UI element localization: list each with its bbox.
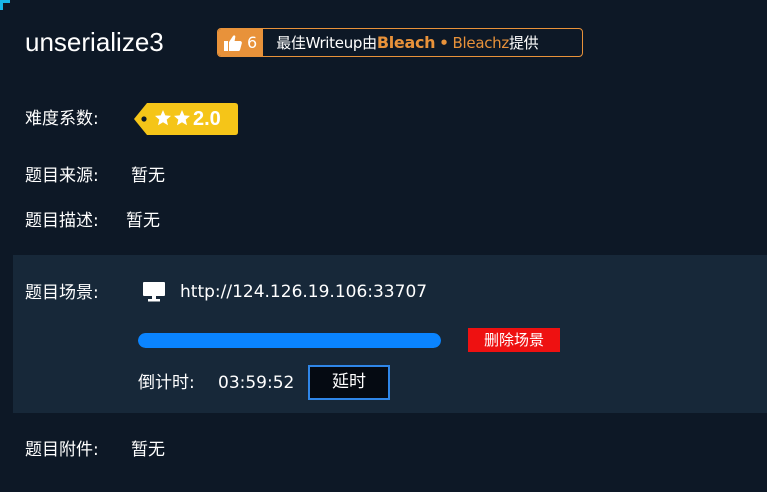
challenge-title: unserialize3 bbox=[25, 27, 164, 57]
source-label: 题目来源: bbox=[25, 166, 99, 186]
like-counter[interactable]: 6 bbox=[218, 29, 264, 56]
difficulty-tag: 2.0 bbox=[133, 102, 239, 136]
writeup-separator: • bbox=[439, 33, 449, 52]
scene-url-link[interactable]: http://124.126.19.106:33707 bbox=[180, 281, 427, 303]
scene-label: 题目场景: bbox=[25, 283, 99, 303]
scene-progress-bar bbox=[138, 333, 441, 348]
difficulty-value: 2.0 bbox=[193, 108, 221, 130]
delete-scene-button[interactable]: 删除场景 bbox=[468, 328, 560, 352]
writeup-author[interactable]: Bleach bbox=[377, 33, 436, 52]
attachment-label: 题目附件: bbox=[25, 440, 99, 460]
writeup-credit-suffix: 提供 bbox=[508, 34, 539, 52]
description-value: 暂无 bbox=[126, 211, 160, 231]
description-label: 题目描述: bbox=[25, 211, 99, 231]
best-writeup-badge[interactable]: 6 最佳Writeup由 Bleach • Bleachz 提供 bbox=[217, 28, 583, 57]
writeup-credit: 最佳Writeup由 Bleach • Bleachz 提供 bbox=[263, 29, 538, 56]
corner-accent bbox=[0, 0, 10, 10]
like-count: 6 bbox=[247, 33, 258, 52]
writeup-author-alias[interactable]: Bleachz bbox=[453, 34, 510, 52]
monitor-icon bbox=[142, 281, 166, 303]
thumbs-up-icon bbox=[223, 34, 243, 52]
writeup-credit-prefix: 最佳Writeup由 bbox=[276, 34, 377, 52]
countdown-value: 03:59:52 bbox=[218, 373, 295, 393]
countdown-label: 倒计时: bbox=[138, 373, 195, 393]
difficulty-label: 难度系数: bbox=[25, 109, 99, 129]
scene-progress-fill bbox=[138, 333, 441, 348]
attachment-value: 暂无 bbox=[131, 440, 165, 460]
source-value: 暂无 bbox=[131, 166, 165, 186]
extend-time-button[interactable]: 延时 bbox=[308, 365, 390, 400]
